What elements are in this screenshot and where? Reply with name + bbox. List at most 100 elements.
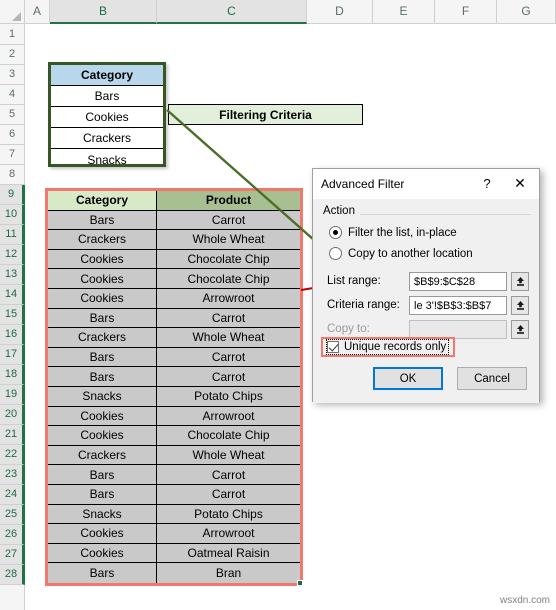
column-header-G[interactable]: G [497,0,556,24]
table-row[interactable]: Bars Bran [48,563,300,583]
criteria-value-cell: Snacks [87,152,127,167]
table-row[interactable]: Bars Carrot [48,210,300,231]
unique-records-checkbox-icon[interactable] [327,341,339,353]
table-row[interactable]: Bars Carrot [48,485,300,505]
cancel-button[interactable]: Cancel [457,367,527,390]
cell-product: Carrot [157,367,300,386]
dialog-title-bar[interactable]: Advanced Filter ? ✕ [313,169,539,199]
table-row[interactable]: Bars Carrot [48,308,300,329]
cell-category: Snacks [48,504,157,524]
row-header-18[interactable]: 18 [0,365,25,385]
table-row[interactable]: Snacks Potato Chips [48,387,300,407]
criteria-value-cell: Bars [51,86,163,107]
table-row[interactable]: Bars Carrot [48,347,300,368]
row-header-12[interactable]: 12 [0,245,25,265]
cell-category: Cookies [48,426,157,445]
list-range-picker-icon[interactable] [511,272,529,291]
row-header-22[interactable]: 22 [0,445,25,465]
column-header-D[interactable]: D [307,0,373,24]
cell-category: Cookies [48,249,157,269]
table-row[interactable]: Crackers Whole Wheat [48,445,300,466]
row-header-27[interactable]: 27 [0,545,25,565]
list-range-table[interactable]: Category Product Bars Carrot Crackers Whole W… [45,188,303,586]
column-header-B[interactable]: B [50,0,157,24]
row-header-13[interactable]: 13 [0,265,25,285]
row-header-4[interactable]: 4 [0,85,25,105]
cell-product: Potato Chips [157,387,300,406]
table-row[interactable]: Cookies Arrowroot [48,524,300,544]
dialog-body: Action Filter the list, in-place Copy to… [313,199,539,403]
radio-filter-in-place[interactable]: Filter the list, in-place [329,226,457,239]
criteria-range-table[interactable]: Category Bars Cookies Crackers Snacks [48,62,166,167]
close-icon[interactable]: ✕ [509,174,531,192]
column-header-A[interactable]: A [25,0,50,24]
cell-category: Cookies [48,524,157,543]
fill-handle[interactable] [297,580,303,586]
table-row[interactable]: Cookies Chocolate Chip [48,249,300,270]
row-header-19[interactable]: 19 [0,385,25,405]
unique-records-only-checkbox-row[interactable]: Unique records only [326,339,450,355]
radio-copy-another-location-label: Copy to another location [348,247,473,260]
table-row[interactable]: Cookies Chocolate Chip [48,426,300,446]
row-header-14[interactable]: 14 [0,285,25,305]
cell-category: Cookies [48,269,157,288]
radio-copy-another-location[interactable]: Copy to another location [329,247,473,260]
criteria-value-cell: Cookies [51,107,163,128]
row-header-3[interactable]: 3 [0,65,25,85]
row-header-16[interactable]: 16 [0,325,25,345]
ok-button[interactable]: OK [373,367,443,390]
row-header-25[interactable]: 25 [0,505,25,525]
table-header-row: Category Product [48,191,300,211]
cell-category: Crackers [48,230,157,249]
cell-product: Arrowroot [157,289,300,308]
cell-product: Carrot [157,485,300,504]
criteria-range-input[interactable]: le 3'!$B$3:$B$7 [409,296,507,315]
table-row[interactable]: Crackers Whole Wheat [48,230,300,250]
table-header-cell-category: Category [48,191,157,210]
select-all-corner[interactable] [0,0,25,24]
row-header-9[interactable]: 9 [0,185,25,205]
cell-category: Bars [48,210,157,230]
help-icon[interactable]: ? [479,176,495,191]
unique-records-only-label: Unique records only [344,341,447,353]
cell-product: Chocolate Chip [157,269,300,288]
table-row[interactable]: Bars Carrot [48,367,300,387]
table-row[interactable]: Snacks Potato Chips [48,504,300,525]
table-row[interactable]: Cookies Arrowroot [48,289,300,309]
criteria-range-picker-icon[interactable] [511,296,529,315]
radio-filter-in-place-icon [329,226,342,239]
column-header-E[interactable]: E [373,0,435,24]
column-header-F[interactable]: F [435,0,497,24]
cell-category: Snacks [48,387,157,406]
cell-category: Bars [48,308,157,328]
row-header-5[interactable]: 5 [0,105,25,125]
cell-category: Cookies [48,289,157,308]
row-header-15[interactable]: 15 [0,305,25,325]
row-header-26[interactable]: 26 [0,525,25,545]
table-row[interactable]: Crackers Whole Wheat [48,328,300,348]
row-header-6[interactable]: 6 [0,125,25,145]
table-row[interactable]: Bars Carrot [48,465,300,485]
row-header-20[interactable]: 20 [0,405,25,425]
row-header-10[interactable]: 10 [0,205,25,225]
row-header-23[interactable]: 23 [0,465,25,485]
table-row[interactable]: Cookies Chocolate Chip [48,269,300,289]
cell-product: Whole Wheat [157,230,300,249]
row-header-7[interactable]: 7 [0,145,25,165]
row-header-11[interactable]: 11 [0,225,25,245]
row-header-21[interactable]: 21 [0,425,25,445]
row-header-1[interactable]: 1 [0,25,25,45]
table-row[interactable]: Cookies Arrowroot [48,406,300,427]
column-header-C[interactable]: C [157,0,307,24]
row-header-2[interactable]: 2 [0,45,25,65]
row-header-8[interactable]: 8 [0,165,25,185]
list-range-input[interactable]: $B$9:$C$28 [409,272,507,291]
copy-to-picker-icon[interactable] [511,320,529,339]
select-all-triangle-icon [12,12,21,21]
table-row[interactable]: Cookies Oatmeal Raisin [48,543,300,564]
row-header-28[interactable]: 28 [0,565,25,585]
row-header-24[interactable]: 24 [0,485,25,505]
dialog-title: Advanced Filter [321,177,405,191]
cell-product: Carrot [157,210,300,230]
row-header-17[interactable]: 17 [0,345,25,365]
